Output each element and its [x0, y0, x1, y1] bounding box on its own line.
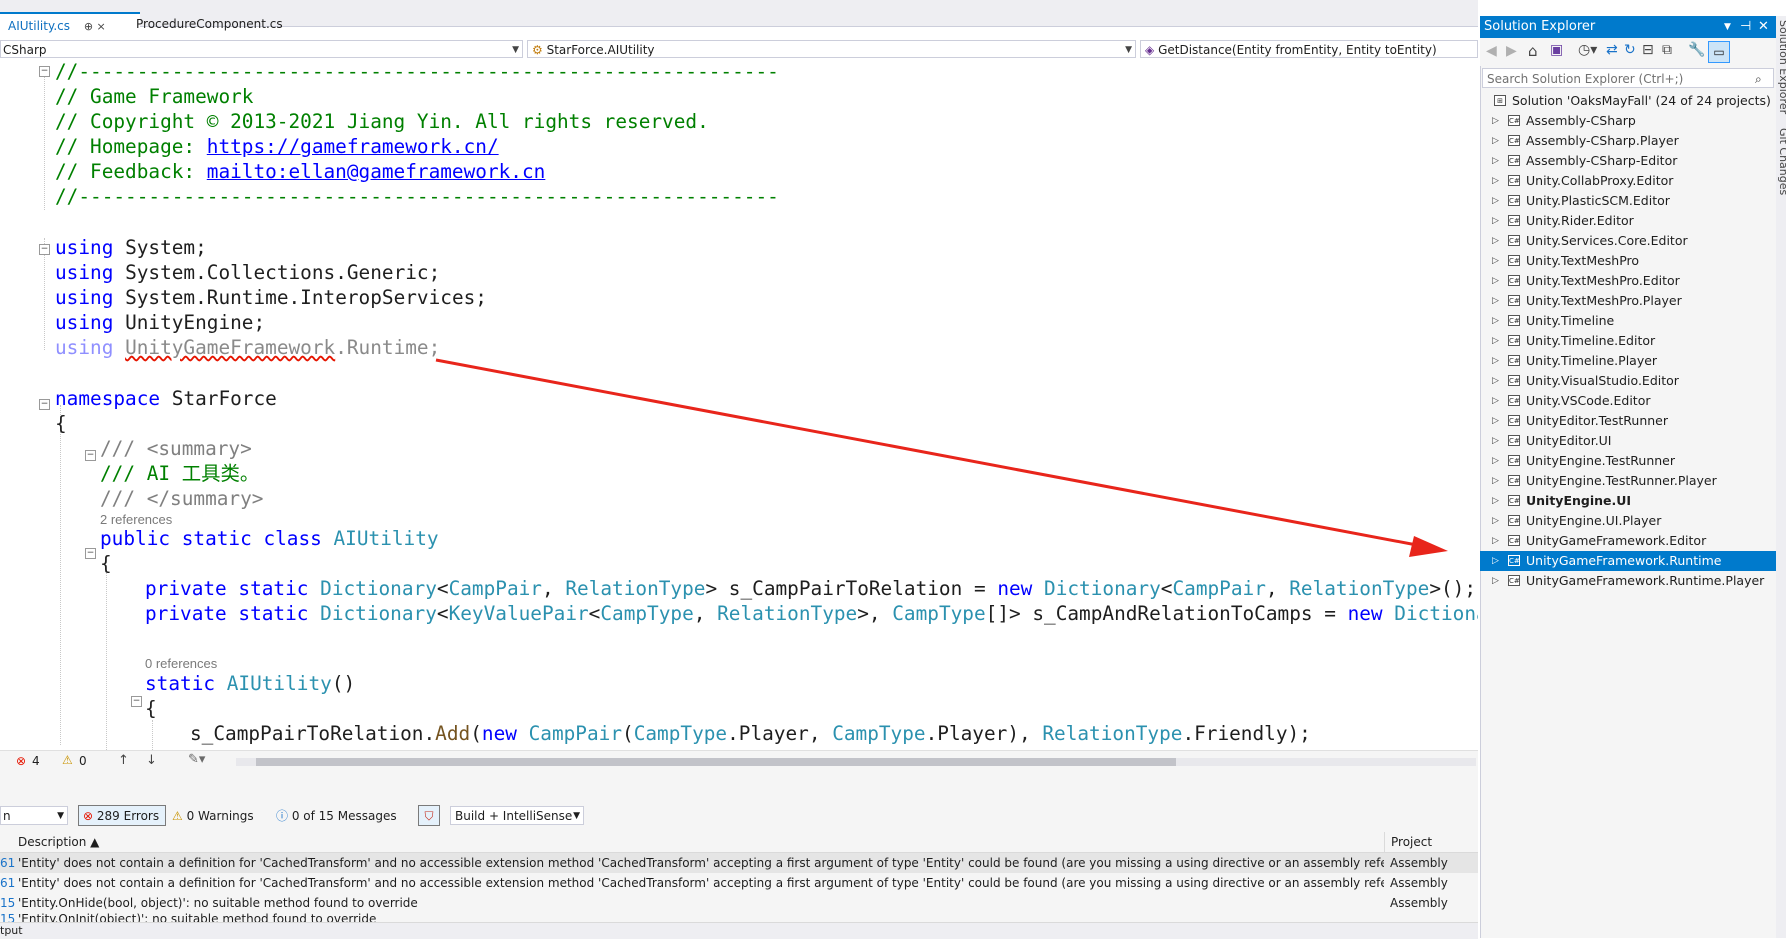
arrow-head [1409, 536, 1448, 557]
annotation-arrow [435, 358, 1448, 557]
arrow-shaft [435, 358, 1423, 548]
